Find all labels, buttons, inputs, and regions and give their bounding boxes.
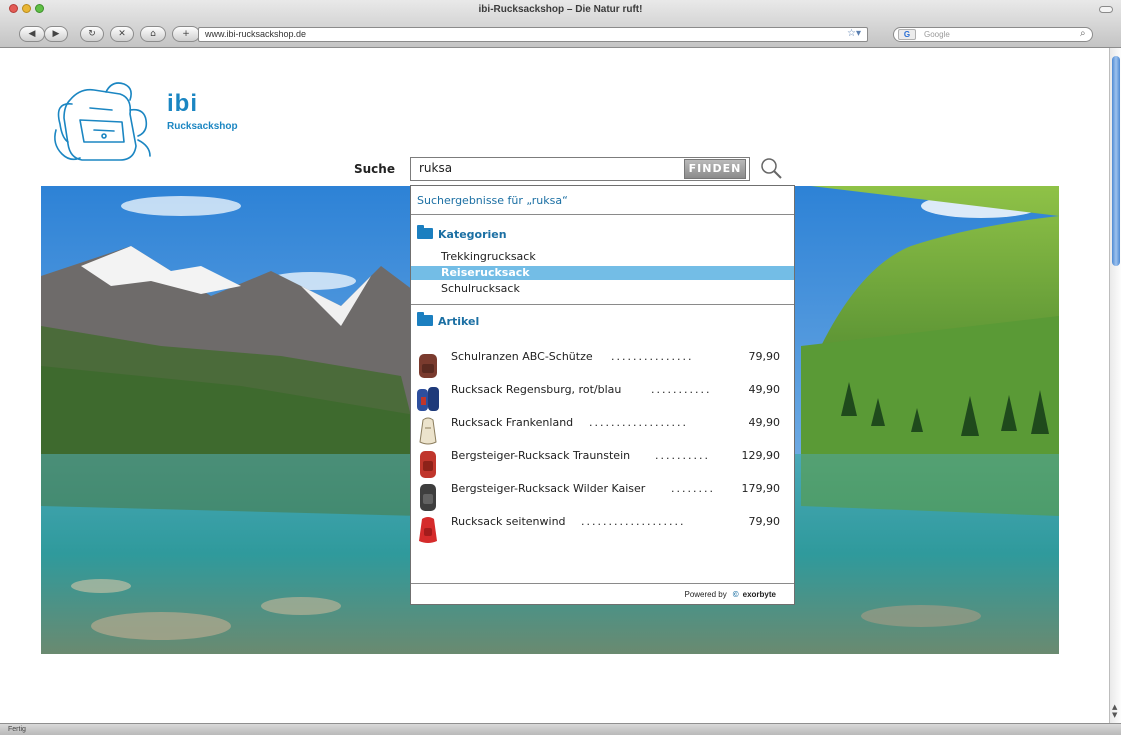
article-item[interactable]: Schulranzen ABC-Schütze ............... … xyxy=(411,348,794,384)
backpack-logo-icon xyxy=(54,82,151,161)
exorbyte-logo-icon: © xyxy=(732,590,739,599)
article-leader-dots: ........... xyxy=(651,383,712,396)
backpack-thumbnail-icon xyxy=(420,451,436,478)
reload-button[interactable]: ↻ xyxy=(80,26,104,42)
divider xyxy=(411,583,794,584)
google-engine-icon[interactable]: G xyxy=(898,29,916,40)
article-price: 49,90 xyxy=(748,416,781,429)
divider xyxy=(411,304,794,305)
articles-title: Artikel xyxy=(417,312,480,328)
category-item-trekkingrucksack[interactable]: Trekkingrucksack xyxy=(411,250,794,264)
suggest-heading: Suchergebnisse für „ruksa“ xyxy=(417,194,568,207)
bookmark-star-icon[interactable]: ☆▾ xyxy=(847,28,861,39)
address-bar[interactable]: www.ibi-rucksackshop.de xyxy=(198,27,868,42)
brand-logo-mark[interactable]: ibi xyxy=(167,90,198,118)
article-price: 129,90 xyxy=(741,449,781,462)
article-name: Rucksack Frankenland xyxy=(451,416,574,429)
backpack-thumbnail-icon xyxy=(419,417,437,445)
article-leader-dots: ........ xyxy=(671,482,715,495)
home-button[interactable]: ⌂ xyxy=(140,26,166,42)
powered-by-brand: exorbyte xyxy=(742,590,776,599)
article-leader-dots: .................. xyxy=(589,416,688,429)
browser-window: ibi-Rucksackshop – Die Natur ruft! ◀ ▶ ↻… xyxy=(0,0,1121,735)
article-price: 79,90 xyxy=(748,350,781,363)
categories-title: Kategorien xyxy=(417,225,507,241)
toolbar-toggle-button[interactable] xyxy=(1099,6,1113,13)
article-price: 179,90 xyxy=(741,482,781,495)
categories-title-label: Kategorien xyxy=(438,228,507,241)
search-label: Suche xyxy=(354,162,395,176)
article-item[interactable]: Bergsteiger-Rucksack Traunstein ........… xyxy=(411,447,794,483)
backpack-thumbnail-icon xyxy=(419,354,437,378)
article-name: Rucksack Regensburg, rot/blau xyxy=(451,383,622,396)
add-bookmark-button[interactable]: + xyxy=(172,26,200,42)
article-item[interactable]: Rucksack seitenwind ................... … xyxy=(411,513,794,549)
article-item[interactable]: Rucksack Regensburg, rot/blau ..........… xyxy=(411,381,794,417)
search-suggestions: Suchergebnisse für „ruksa“ Kategorien Tr… xyxy=(410,185,795,605)
article-name: Bergsteiger-Rucksack Wilder Kaiser xyxy=(451,482,646,495)
magnifier-icon[interactable] xyxy=(759,156,783,180)
browser-search-field[interactable]: Google xyxy=(893,27,1093,42)
folder-icon xyxy=(417,225,433,239)
brand-name[interactable]: Rucksackshop xyxy=(167,121,238,132)
scrollbar-thumb[interactable] xyxy=(1112,56,1120,266)
article-price: 79,90 xyxy=(748,515,781,528)
backpack-thumbnail-icon xyxy=(420,484,436,511)
article-name: Bergsteiger-Rucksack Traunstein xyxy=(451,449,631,462)
vertical-scrollbar[interactable]: ▲ ▼ xyxy=(1109,48,1121,723)
window-title: ibi-Rucksackshop – Die Natur ruft! xyxy=(478,4,643,15)
article-price: 49,90 xyxy=(748,383,781,396)
article-item[interactable]: Rucksack Frankenland .................. … xyxy=(411,414,794,450)
status-bar: Fertig xyxy=(0,723,1121,735)
article-leader-dots: .......... xyxy=(655,449,710,462)
article-leader-dots: ............... xyxy=(611,350,694,363)
article-name: Rucksack seitenwind xyxy=(451,515,566,528)
backpack-thumbnail-icon xyxy=(419,517,437,543)
backpack-thumbnail-icon xyxy=(417,387,439,411)
category-item-schulrucksack[interactable]: Schulrucksack xyxy=(411,282,794,296)
scroll-arrows-icon[interactable]: ▲ ▼ xyxy=(1112,703,1117,719)
powered-by[interactable]: Powered by © exorbyte xyxy=(684,590,776,599)
article-item[interactable]: Bergsteiger-Rucksack Wilder Kaiser .....… xyxy=(411,480,794,516)
find-button[interactable]: FINDEN xyxy=(684,159,746,179)
folder-icon xyxy=(417,312,433,326)
page-content: ibi Rucksackshop Suche ruksa FINDEN Such… xyxy=(0,48,1109,723)
title-bar: ibi-Rucksackshop – Die Natur ruft! ◀ ▶ ↻… xyxy=(0,0,1121,48)
powered-by-label: Powered by xyxy=(684,590,727,599)
divider xyxy=(411,214,794,215)
category-item-reiserucksack[interactable]: Reiserucksack xyxy=(411,266,794,280)
articles-title-label: Artikel xyxy=(438,315,480,328)
article-leader-dots: ................... xyxy=(581,515,686,528)
stop-button[interactable]: ✕ xyxy=(110,26,134,42)
back-button[interactable]: ◀ xyxy=(19,26,45,42)
forward-button[interactable]: ▶ xyxy=(44,26,68,42)
browser-search-icon[interactable]: ⌕ xyxy=(1080,28,1086,39)
article-name: Schulranzen ABC-Schütze xyxy=(451,350,593,363)
